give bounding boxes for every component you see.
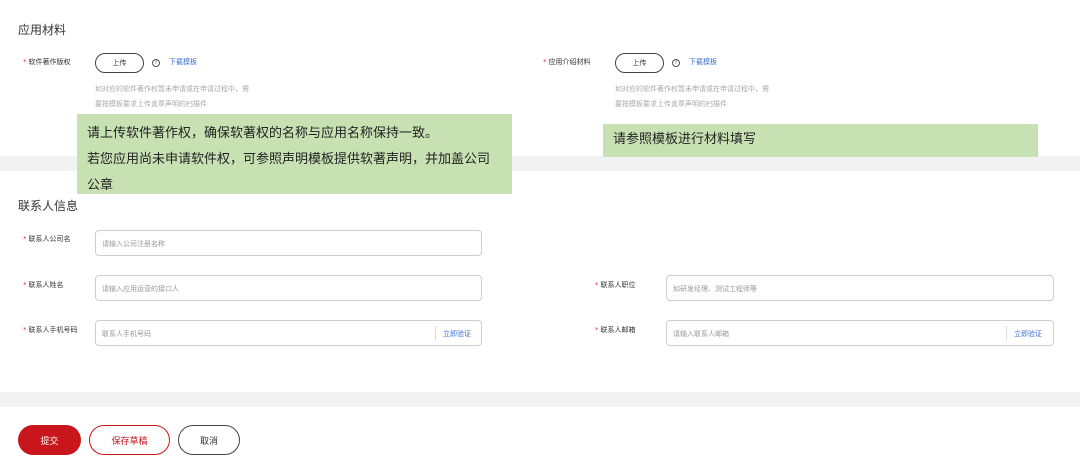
app-intro-label: * 应用介绍材料 [543, 57, 591, 67]
hint-line: 如对应的软件著作权暂未申请或在申请过程中，需 [95, 85, 249, 93]
position-label-text: 联系人职位 [600, 281, 636, 289]
email-input[interactable]: 请输入联系人邮箱 立即验证 [666, 320, 1054, 346]
name-label-text: 联系人姓名 [28, 281, 64, 289]
required-mark: * [23, 326, 27, 334]
annotation-line: 请上传软件著作权，确保软著权的名称与应用名称保持一致。 [87, 126, 439, 141]
software-copyright-upload-button[interactable]: 上传 [95, 53, 144, 73]
company-placeholder: 请输入公司注册名称 [102, 240, 165, 248]
software-copyright-hint: 如对应的软件著作权暂未申请或在申请过程中，需 要按模板要求上传盖章声明的扫描件 [95, 82, 249, 112]
phone-label-text: 联系人手机号码 [28, 326, 78, 334]
required-mark: * [23, 58, 27, 66]
name-input[interactable]: 请输入应用运营的接口人 [95, 275, 482, 301]
submit-button[interactable]: 提交 [18, 425, 81, 455]
required-mark: * [595, 326, 599, 334]
input-divider [435, 326, 436, 341]
company-input[interactable]: 请输入公司注册名称 [95, 230, 482, 256]
app-intro-hint: 如对应的软件著作权暂未申请或在申请过程中，需 要按模板要求上传盖章声明的扫描件 [615, 82, 769, 112]
contact-title: 联系人信息 [18, 199, 79, 213]
app-intro-label-text: 应用介绍材料 [548, 58, 591, 66]
name-placeholder: 请输入应用运营的接口人 [102, 285, 179, 293]
app-intro-upload-button[interactable]: 上传 [615, 53, 664, 73]
required-mark: * [543, 58, 547, 66]
template-annotation: 请参照模板进行材料填写 [603, 124, 1038, 157]
position-input[interactable]: 如研发经理、测试工程师等 [666, 275, 1054, 301]
hint-line: 如对应的软件著作权暂未申请或在申请过程中，需 [615, 85, 769, 93]
phone-label: * 联系人手机号码 [23, 325, 78, 335]
cancel-button[interactable]: 取消 [178, 425, 240, 455]
email-label: * 联系人邮箱 [595, 325, 636, 335]
copyright-annotation: 请上传软件著作权，确保软著权的名称与应用名称保持一致。 若您应用尚未申请软件权，… [77, 114, 512, 194]
help-icon[interactable]: ? [152, 59, 160, 67]
phone-input[interactable]: 联系人手机号码 立即验证 [95, 320, 482, 346]
app-intro-download-link[interactable]: 下载模板 [689, 57, 717, 67]
input-divider [1006, 326, 1007, 341]
save-draft-button[interactable]: 保存草稿 [89, 425, 170, 455]
company-label: * 联系人公司名 [23, 234, 71, 244]
required-mark: * [595, 281, 599, 289]
materials-title: 应用材料 [18, 23, 67, 37]
email-verify-button[interactable]: 立即验证 [1014, 329, 1042, 339]
position-placeholder: 如研发经理、测试工程师等 [673, 285, 757, 293]
help-icon[interactable]: ? [672, 59, 680, 67]
name-label: * 联系人姓名 [23, 280, 64, 290]
software-copyright-download-link[interactable]: 下载模板 [169, 57, 197, 67]
hint-line: 要按模板要求上传盖章声明的扫描件 [95, 100, 207, 108]
phone-verify-button[interactable]: 立即验证 [443, 329, 471, 339]
annotation-line: 若您应用尚未申请软件权，可参照声明模板提供软著声明，并加盖公司 [87, 152, 491, 167]
position-label: * 联系人职位 [595, 280, 636, 290]
company-label-text: 联系人公司名 [28, 235, 71, 243]
hint-line: 要按模板要求上传盖章声明的扫描件 [615, 100, 727, 108]
required-mark: * [23, 281, 27, 289]
annotation-line: 公章 [87, 178, 114, 193]
phone-placeholder: 联系人手机号码 [102, 330, 151, 338]
software-copyright-label-text: 软件著作版权 [28, 58, 71, 66]
email-label-text: 联系人邮箱 [600, 326, 636, 334]
email-placeholder: 请输入联系人邮箱 [673, 330, 729, 338]
software-copyright-label: * 软件著作版权 [23, 57, 71, 67]
required-mark: * [23, 235, 27, 243]
